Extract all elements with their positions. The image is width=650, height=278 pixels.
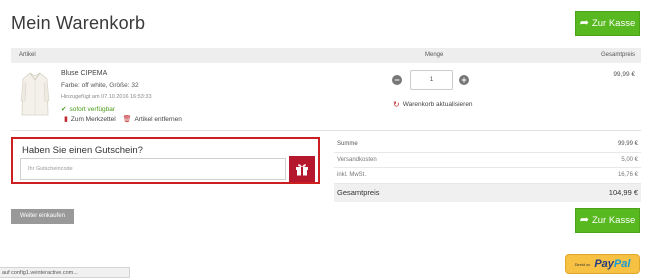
- update-cart-label: Warenkorb aktualisieren: [402, 101, 473, 108]
- checkout-label: Zur Kasse: [591, 18, 636, 29]
- product-added-date: Hinzugefügt am 07.10.2016 16:53:33: [61, 94, 152, 100]
- quantity-input[interactable]: 1: [410, 70, 453, 90]
- trash-icon: 🗑: [122, 116, 132, 123]
- checkout-button-bottom[interactable]: ➦ Zur Kasse: [575, 208, 640, 233]
- item-total-price: 99,99 €: [613, 71, 635, 78]
- summary-label: Summe: [337, 141, 358, 147]
- summary-label: Gesamtpreis: [337, 187, 380, 197]
- browser-status-bar: auf config1.veinteractive.com...: [0, 267, 130, 278]
- wishlist-link[interactable]: Zum Merkzettel: [71, 116, 116, 123]
- bookmark-icon: ▮: [64, 116, 68, 123]
- paypal-express-button[interactable]: Direkt zu PayPal: [565, 254, 640, 274]
- item-actions: ▮ Zum Merkzettel 🗑 Artikel entfernen: [64, 115, 182, 124]
- page-title: Mein Warenkorb: [11, 13, 146, 33]
- summary-value: 99,99 €: [617, 141, 638, 147]
- availability-label: sofort verfügbar: [69, 105, 115, 113]
- check-icon: ✔: [61, 106, 67, 113]
- checkout-button-top[interactable]: ➦ Zur Kasse: [575, 11, 640, 36]
- order-summary: Summe 99,99 € Versandkosten 5,00 € inkl.…: [334, 137, 641, 202]
- summary-label: Versandkosten: [337, 156, 377, 163]
- refresh-icon: ↻: [393, 100, 400, 109]
- divider: [11, 130, 641, 131]
- summary-value: 16,76 €: [617, 172, 638, 178]
- summary-row-shipping: Versandkosten 5,00 €: [334, 153, 641, 168]
- quantity-increase-button[interactable]: +: [459, 75, 469, 85]
- summary-row-total: Gesamtpreis 104,99 €: [334, 183, 641, 202]
- voucher-submit-button[interactable]: [289, 156, 315, 182]
- header-quantity: Menge: [425, 52, 444, 58]
- availability-status: ✔ sofort verfügbar: [61, 105, 115, 114]
- voucher-box: Haben Sie einen Gutschein? Ihr Gutschein…: [11, 137, 320, 184]
- product-attributes: Farbe: off white, Größe: 32: [61, 82, 139, 89]
- checkout-label: Zur Kasse: [591, 215, 636, 226]
- remove-item-link[interactable]: Artikel entfernen: [135, 116, 182, 123]
- voucher-title: Haben Sie einen Gutschein?: [22, 145, 143, 156]
- quantity-decrease-button[interactable]: −: [392, 75, 402, 85]
- cart-table-header: Artikel Menge Gesamtpreis: [11, 48, 641, 63]
- product-name[interactable]: Bluse CIPEMA: [61, 70, 107, 77]
- summary-label: inkl. MwSt.: [337, 172, 367, 178]
- voucher-code-input[interactable]: Ihr Gutscheincode: [20, 158, 286, 180]
- summary-row-tax: inkl. MwSt. 16,76 €: [334, 168, 641, 184]
- paypal-prefix: Direkt zu: [574, 261, 591, 267]
- product-image[interactable]: [20, 71, 50, 117]
- arrow-right-icon: ➦: [579, 214, 589, 226]
- summary-value: 5,00 €: [621, 156, 638, 163]
- summary-row-subtotal: Summe 99,99 €: [334, 137, 641, 153]
- continue-shopping-button[interactable]: Weiter einkaufen: [11, 209, 74, 224]
- paypal-logo: PayPal: [594, 258, 631, 270]
- update-cart-link[interactable]: ↻ Warenkorb aktualisieren: [393, 100, 473, 109]
- arrow-right-icon: ➦: [579, 17, 589, 29]
- gift-icon: [296, 164, 308, 176]
- summary-value: 104,99 €: [608, 187, 638, 197]
- header-article: Artikel: [19, 52, 36, 58]
- header-total: Gesamtpreis: [600, 52, 635, 58]
